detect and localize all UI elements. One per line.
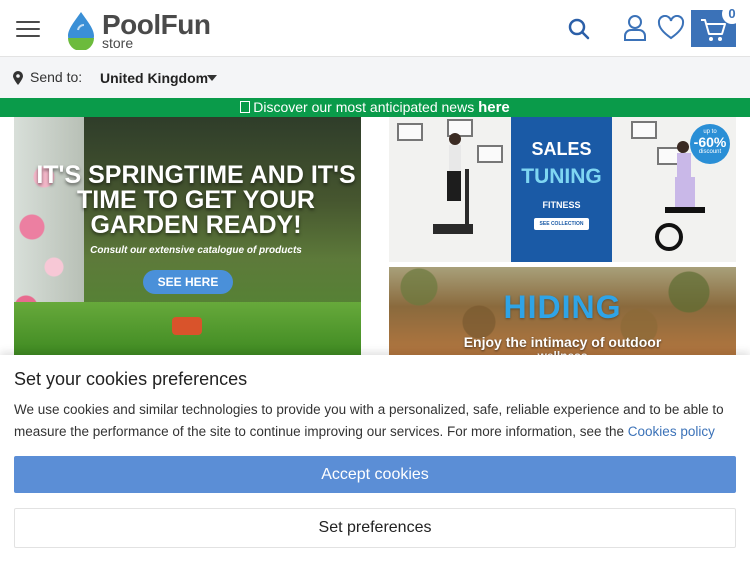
sales-category: FITNESS <box>542 200 581 210</box>
cookie-title: Set your cookies preferences <box>14 369 248 389</box>
see-collection-button[interactable]: SEE COLLECTION <box>534 218 589 230</box>
wall-frame-image <box>397 123 423 141</box>
announcement-link[interactable]: here <box>478 99 510 116</box>
chevron-down-icon[interactable] <box>207 75 217 81</box>
sales-title: SALES <box>531 139 592 159</box>
gift-icon <box>240 101 251 113</box>
cookie-description: We use cookies and similar technologies … <box>14 399 740 443</box>
wall-frame-image <box>477 145 503 163</box>
discount-badge: up to -60% discount <box>690 124 730 164</box>
site-header: PoolFun store 0 <box>0 0 750 57</box>
hiding-banner-subtitle: Enjoy the intimacy of outdoor <box>463 334 662 350</box>
drop-logo-icon <box>68 12 94 50</box>
spring-garden-banner[interactable]: IT'S SPRINGTIME AND IT'S TIME TO GET YOU… <box>14 117 361 355</box>
announcement-bar: Discover our most anticipated news here <box>0 98 750 117</box>
spring-banner-subtitle: Consult our extensive catalogue of produ… <box>90 245 302 256</box>
set-preferences-button[interactable]: Set preferences <box>14 508 736 548</box>
treadmill-image <box>433 133 473 234</box>
cookie-description-text: We use cookies and similar technologies … <box>14 402 724 439</box>
location-pin-icon <box>13 71 23 85</box>
announcement-text: Discover our most anticipated news <box>253 99 479 115</box>
user-icon[interactable] <box>622 14 648 42</box>
fitness-sales-banner[interactable]: SALES TUNING FITNESS SEE COLLECTION up t… <box>389 117 736 262</box>
hiding-outdoor-banner[interactable]: HIDING Enjoy the intimacy of outdoor wel… <box>389 267 736 355</box>
accept-cookies-button[interactable]: Accept cookies <box>14 456 736 493</box>
shipping-country-bar: Send to: United Kingdom <box>0 57 750 98</box>
sprinkler-image <box>172 317 202 335</box>
heart-icon[interactable] <box>657 14 685 41</box>
country-select[interactable]: United Kingdom <box>100 70 208 86</box>
see-here-button[interactable]: SEE HERE <box>143 270 233 294</box>
discount-percent: -60% <box>693 134 727 150</box>
cookie-consent-panel: Set your cookies preferences We use cook… <box>0 355 750 563</box>
cart-count-badge: 0 <box>722 4 742 24</box>
cookies-policy-link[interactable]: Cookies policy <box>628 424 715 439</box>
send-to-label: Send to: <box>30 69 83 85</box>
spring-banner-title: IT'S SPRINGTIME AND IT'S TIME TO GET YOU… <box>36 161 356 239</box>
search-icon[interactable] <box>566 16 592 42</box>
site-logo[interactable]: PoolFun store <box>66 8 216 51</box>
menu-icon[interactable] <box>16 18 40 38</box>
hiding-banner-title: HIDING <box>503 289 622 325</box>
sales-subtitle: TUNING <box>521 165 602 188</box>
logo-subtext: store <box>102 35 134 51</box>
